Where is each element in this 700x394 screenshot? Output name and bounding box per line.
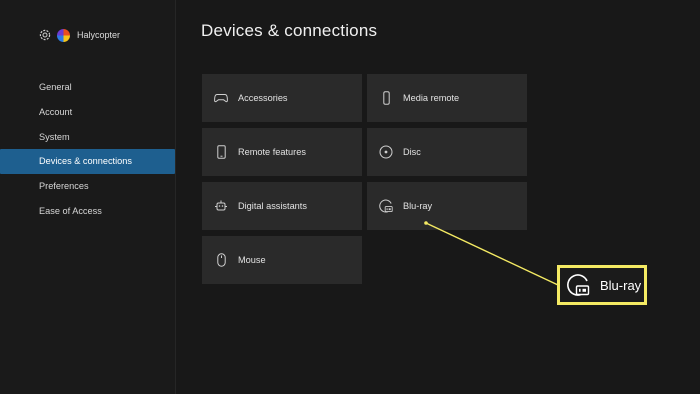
tile-remote-features[interactable]: Remote features (202, 128, 362, 176)
sidebar: Halycopter General Account System Device… (0, 0, 176, 394)
sidebar-item-system[interactable]: System (0, 125, 175, 150)
tile-digital-assistants[interactable]: Digital assistants (202, 182, 362, 230)
tile-accessories[interactable]: Accessories (202, 74, 362, 122)
assistant-icon (214, 199, 228, 213)
page-title: Devices & connections (201, 21, 378, 40)
tile-disc[interactable]: Disc (367, 128, 527, 176)
bluray-icon (566, 273, 590, 297)
tile-mouse[interactable]: Mouse (202, 236, 362, 284)
tile-bluray[interactable]: Blu-ray (367, 182, 527, 230)
sidebar-item-devices-connections[interactable]: Devices & connections (0, 149, 175, 175)
tile-label: Disc (403, 147, 421, 157)
sidebar-item-general[interactable]: General (0, 75, 175, 100)
mouse-icon (214, 253, 228, 267)
bluray-icon (379, 199, 393, 213)
tile-label: Media remote (403, 93, 460, 103)
profile-area[interactable]: Halycopter (38, 28, 120, 42)
sidebar-item-preferences[interactable]: Preferences (0, 174, 175, 199)
sidebar-nav: General Account System Devices & connect… (0, 75, 175, 224)
sidebar-item-account[interactable]: Account (0, 100, 175, 125)
tile-label: Digital assistants (238, 201, 307, 211)
profile-name: Halycopter (77, 30, 121, 40)
sidebar-item-ease-of-access[interactable]: Ease of Access (0, 199, 175, 224)
disc-icon (379, 145, 393, 159)
tile-label: Remote features (238, 147, 306, 157)
gamepad-icon (214, 91, 228, 105)
phone-icon (214, 145, 228, 159)
gear-icon[interactable] (38, 28, 52, 42)
tile-label: Accessories (238, 93, 288, 103)
remote-icon (379, 91, 393, 105)
tile-label: Blu-ray (403, 201, 433, 211)
avatar[interactable] (57, 28, 70, 42)
callout-label: Blu-ray (600, 277, 642, 293)
bluray-callout: Blu-ray (557, 265, 647, 305)
tile-media-remote[interactable]: Media remote (367, 74, 527, 122)
tile-label: Mouse (238, 255, 266, 265)
